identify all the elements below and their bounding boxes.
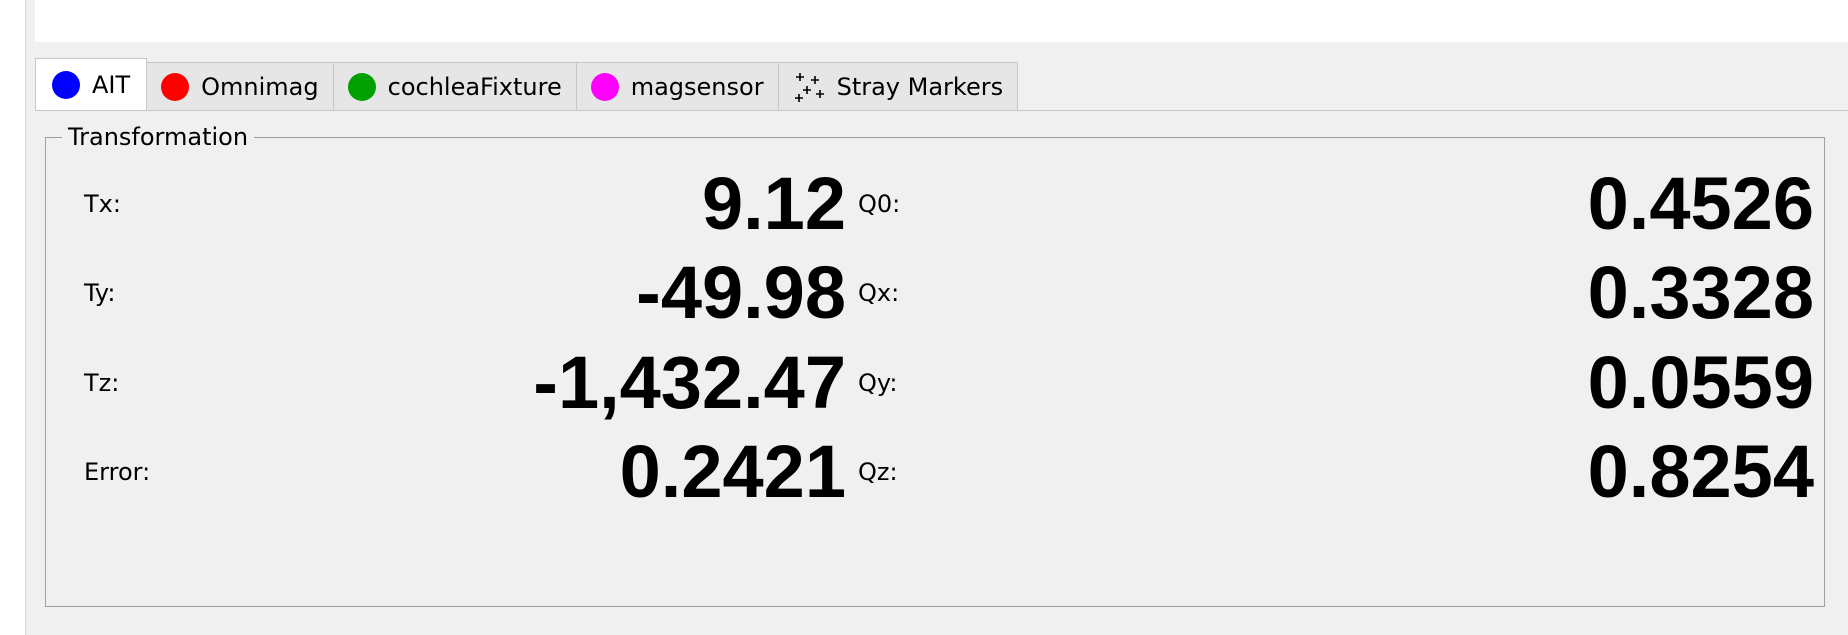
- tz-value: -1,432.47: [533, 341, 846, 424]
- qy-value: 0.0559: [1587, 341, 1814, 424]
- tab-pane-ait: Transformation Tx: 9.12 Q0: 0.4526 Ty: -…: [35, 110, 1848, 635]
- tab-cochleafixture[interactable]: cochleaFixture: [332, 62, 577, 110]
- blue-dot-icon: [52, 70, 80, 99]
- ty-label: Ty:: [84, 279, 116, 307]
- tab-label: Omnimag: [201, 72, 319, 101]
- row-ty-qx: Ty: -49.98 Qx: 0.3328: [46, 253, 1824, 333]
- green-dot-icon: [347, 72, 376, 101]
- row-tx-q0: Tx: 9.12 Q0: 0.4526: [46, 164, 1824, 244]
- qz-value: 0.8254: [1587, 430, 1814, 513]
- tab-bar: AIT Omnimag cochleaFixture magsensor Str…: [35, 58, 1019, 110]
- qx-label: Qx:: [858, 279, 900, 307]
- tab-omnimag[interactable]: Omnimag: [146, 62, 334, 110]
- tool-tabs-widget: AIT Omnimag cochleaFixture magsensor Str…: [35, 52, 1848, 635]
- tab-label: AIT: [92, 70, 131, 99]
- tab-stray-markers[interactable]: Stray Markers: [777, 62, 1019, 110]
- tx-label: Tx:: [84, 190, 121, 218]
- tx-value: 9.12: [701, 162, 846, 245]
- tab-label: cochleaFixture: [387, 72, 562, 101]
- tz-label: Tz:: [84, 369, 120, 397]
- row-tz-qy: Tz: -1,432.47 Qy: 0.0559: [46, 343, 1824, 423]
- error-value: 0.2421: [619, 430, 846, 513]
- groupbox-title: Transformation: [62, 123, 255, 151]
- qz-label: Qz:: [858, 458, 898, 486]
- sparkle-markers-icon: [794, 72, 824, 102]
- ty-value: -49.98: [636, 251, 846, 334]
- q0-value: 0.4526: [1587, 162, 1814, 245]
- error-label: Error:: [84, 458, 151, 486]
- qy-label: Qy:: [858, 369, 898, 397]
- tab-label: Stray Markers: [836, 72, 1004, 101]
- transformation-groupbox: Transformation Tx: 9.12 Q0: 0.4526 Ty: -…: [45, 123, 1825, 607]
- left-splitter[interactable]: [0, 42, 26, 635]
- qx-value: 0.3328: [1587, 251, 1814, 334]
- red-dot-icon: [161, 72, 190, 101]
- tab-ait[interactable]: AIT: [35, 58, 148, 110]
- top-panel: [35, 0, 1848, 42]
- magenta-dot-icon: [590, 72, 619, 101]
- q0-label: Q0:: [858, 190, 901, 218]
- row-error-qz: Error: 0.2421 Qz: 0.8254: [46, 432, 1824, 512]
- tab-magsensor[interactable]: magsensor: [575, 62, 779, 110]
- tab-label: magsensor: [630, 72, 764, 101]
